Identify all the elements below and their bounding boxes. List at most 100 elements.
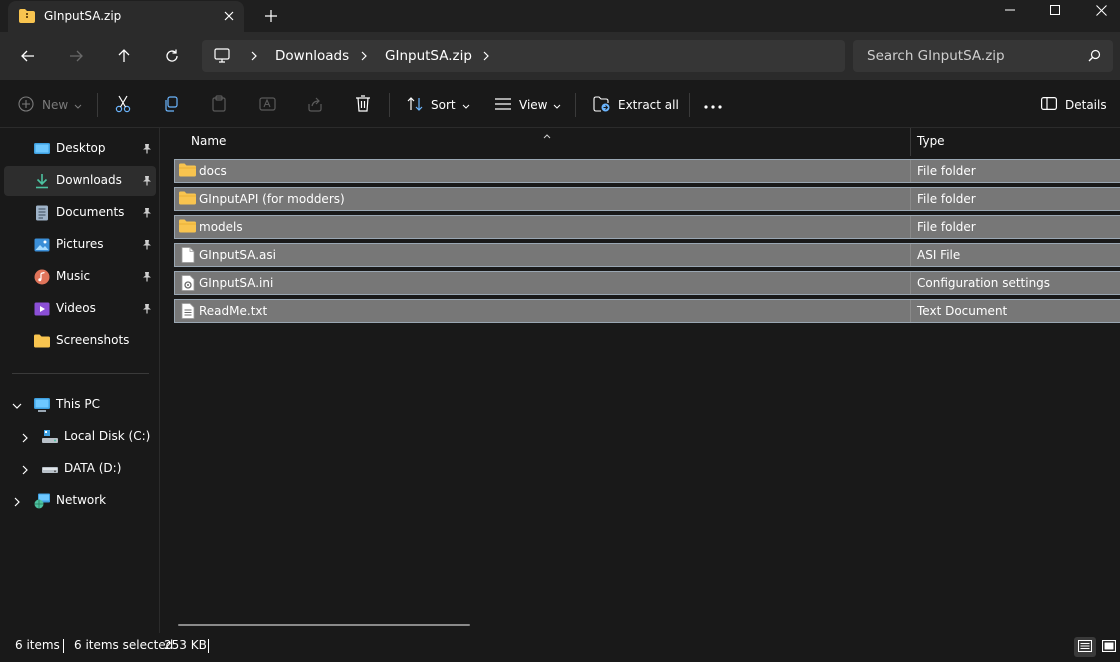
search-box [853,40,1113,72]
divider [389,93,390,117]
chevron-right-icon [248,49,260,63]
search-icon[interactable] [1088,49,1101,65]
extract-icon [593,95,610,115]
file-row-docs[interactable]: docs File folder [174,159,1120,183]
new-button[interactable]: New [18,92,82,118]
file-row-ginputapi[interactable]: GInputAPI (for modders) File folder [174,187,1120,211]
sidebar-item-label: Music [56,269,91,283]
copy-button[interactable] [163,92,179,118]
divider [575,93,576,117]
sidebar-item-label: Downloads [56,173,122,187]
sidebar-item-pictures[interactable]: Pictures [4,230,156,260]
sidebar-item-desktop[interactable]: Desktop [4,134,156,164]
item-count: 6 items [15,638,60,652]
column-header-type[interactable]: Type [917,134,945,148]
desktop-icon [34,141,50,157]
more-horizontal-icon [704,98,722,112]
file-row-ginputsa-asi[interactable]: GInputSA.asi ASI File [174,243,1120,267]
chevron-right-icon[interactable] [20,432,30,443]
sidebar-item-data-d[interactable]: DATA (D:) [4,454,156,484]
chevron-down-icon [462,98,470,112]
pin-icon[interactable] [142,207,152,221]
file-type: File folder [917,220,976,234]
chevron-right-icon[interactable] [20,464,30,475]
folder-icon [179,219,196,235]
sidebar-item-label: Desktop [56,141,106,155]
text-file-icon [179,303,195,319]
sort-button[interactable]: Sort [407,92,470,118]
cut-button[interactable] [115,92,131,118]
tiles-view-toggle[interactable] [1098,637,1120,657]
new-tab-icon[interactable] [261,6,281,26]
chevron-right-icon[interactable] [480,49,492,63]
extract-all-button[interactable]: Extract all [593,92,679,118]
details-view-toggle[interactable] [1074,637,1096,657]
sidebar-item-label: Videos [56,301,96,315]
file-type: Text Document [917,304,1008,318]
tab-gm-zip[interactable]: GInputSA.zip [8,1,244,32]
close-tab-icon[interactable] [220,7,238,25]
column-divider [910,188,911,210]
breadcrumb-zip[interactable]: GInputSA.zip [385,48,472,64]
details-button[interactable]: Details [1041,92,1107,118]
more-options-button[interactable] [704,92,722,118]
forward-arrow-icon[interactable] [64,44,88,68]
file-row-ginputsa-ini[interactable]: GInputSA.ini Configuration settings [174,271,1120,295]
pin-icon[interactable] [142,175,152,189]
sidebar-item-downloads[interactable]: Downloads [4,166,156,196]
pin-icon[interactable] [142,303,152,317]
up-arrow-icon[interactable] [112,44,136,68]
sidebar-item-this-pc[interactable]: This PC [4,390,156,420]
minimize-icon[interactable] [987,0,1033,20]
local-disk-icon [42,429,58,445]
file-row-models[interactable]: models File folder [174,215,1120,239]
view-button[interactable]: View [495,92,561,118]
delete-button[interactable] [355,92,371,118]
pin-icon[interactable] [142,239,152,253]
sidebar-item-network[interactable]: Network [4,486,156,516]
column-resize-handle[interactable] [910,128,911,156]
column-divider [910,300,911,322]
chevron-down-icon[interactable] [12,400,22,410]
view-label: View [519,98,548,112]
sidebar-item-videos[interactable]: Videos [4,294,156,324]
file-name: GInputSA.asi [199,248,276,262]
chevron-right-icon [358,49,370,63]
paste-icon [211,95,227,115]
details-pane-icon [1041,97,1058,113]
pin-icon[interactable] [142,143,152,157]
sidebar-item-label: DATA (D:) [64,461,122,475]
column-header-name[interactable]: Name [191,134,226,148]
trash-icon [355,95,371,115]
new-label: New [42,98,69,112]
sidebar-item-music[interactable]: Music [4,262,156,292]
file-name: models [199,220,243,234]
paste-button[interactable] [211,92,227,118]
sort-icon [407,96,423,114]
maximize-icon[interactable] [1032,0,1078,20]
share-button[interactable] [307,92,323,118]
sidebar-item-label: Documents [56,205,125,219]
file-row-readme[interactable]: ReadMe.txt Text Document [174,299,1120,323]
back-arrow-icon[interactable] [16,44,40,68]
pin-icon[interactable] [142,271,152,285]
rename-button[interactable] [259,92,276,118]
breadcrumb-downloads[interactable]: Downloads [275,48,349,64]
file-type: File folder [917,192,976,206]
title-bar: GInputSA.zip [0,0,1120,32]
sidebar-item-documents[interactable]: Documents [4,198,156,228]
file-icon [179,247,195,263]
address-bar[interactable]: Downloads GInputSA.zip [202,40,845,72]
sidebar-item-local-disk-c[interactable]: Local Disk (C:) [4,422,156,452]
close-icon[interactable] [1078,0,1120,20]
column-divider [910,216,911,238]
horizontal-scrollbar[interactable] [178,624,470,626]
file-name: ReadMe.txt [199,304,268,318]
search-input[interactable] [853,40,1083,72]
selected-count: 6 items selected [74,638,174,652]
file-type: File folder [917,164,976,178]
tiles-view-icon [1101,639,1117,655]
refresh-icon[interactable] [160,44,184,68]
chevron-right-icon[interactable] [12,496,22,507]
sidebar-item-screenshots[interactable]: Screenshots [4,326,156,356]
